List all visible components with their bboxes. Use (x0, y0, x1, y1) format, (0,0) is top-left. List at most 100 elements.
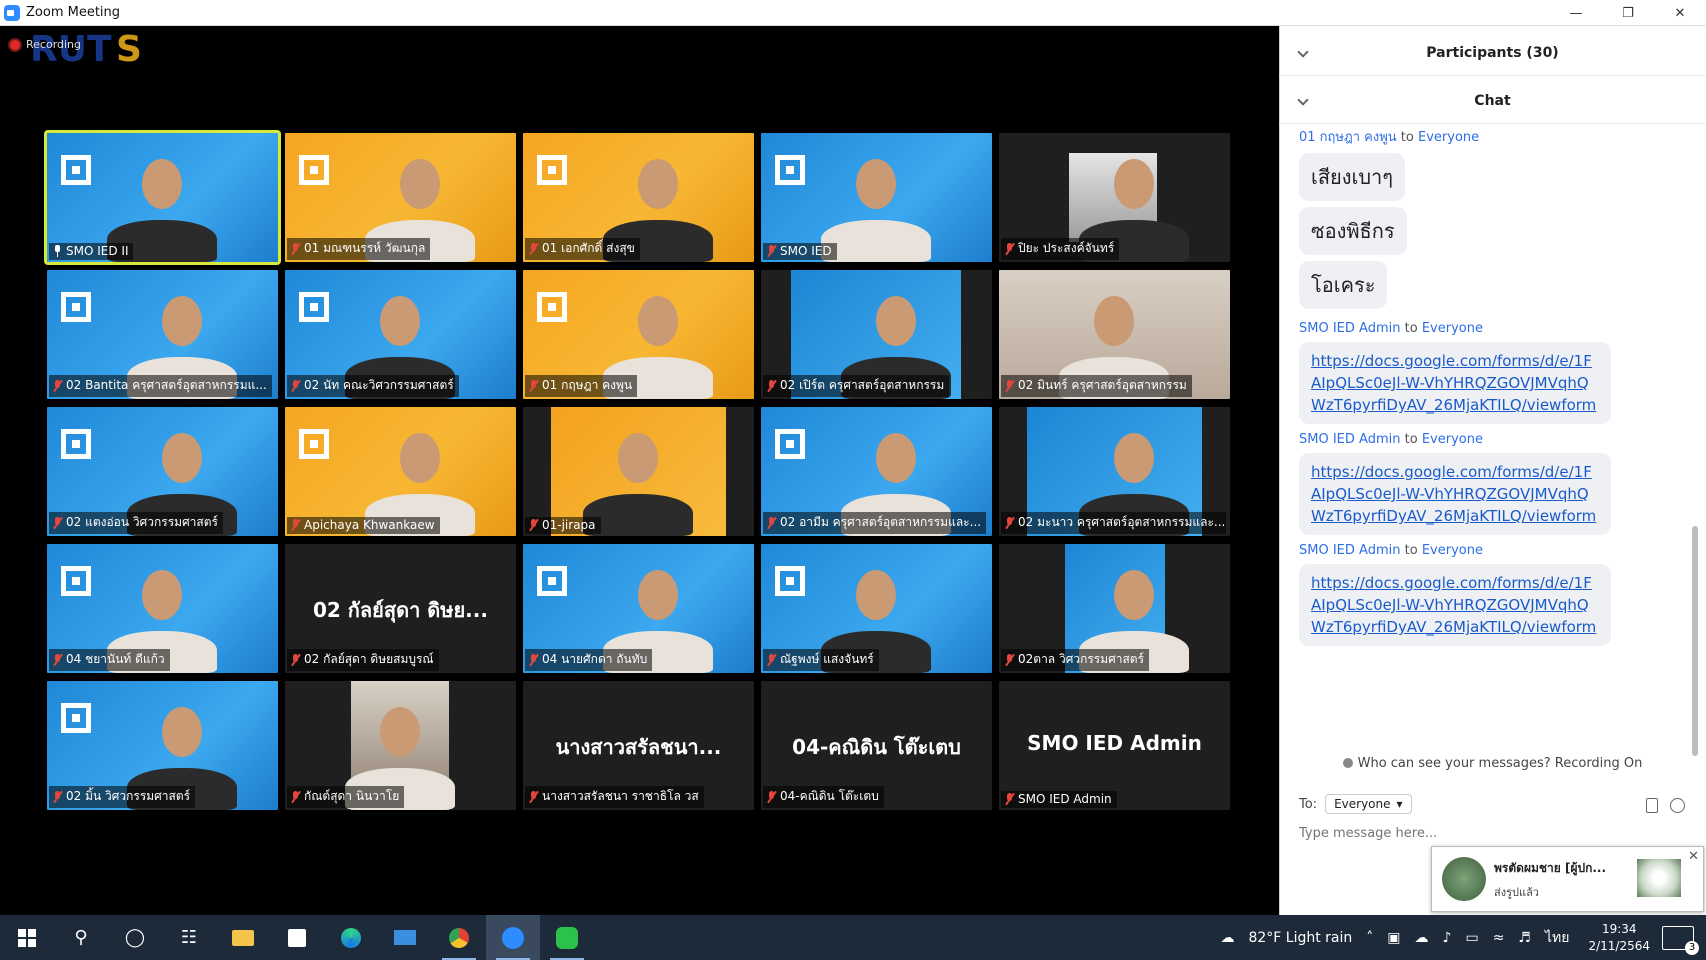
chat-sender[interactable]: SMO IED Admin (1299, 432, 1400, 447)
participant-tile[interactable]: Apichaya Khwankaew (285, 407, 516, 536)
mail-icon[interactable] (378, 915, 432, 960)
cloud-icon[interactable]: ☁ (1220, 930, 1234, 946)
participant-tile[interactable]: SMO IED (761, 133, 992, 262)
store-icon[interactable] (270, 915, 324, 960)
file-explorer-icon[interactable] (216, 915, 270, 960)
participant-tile[interactable]: 01 กฤษฎา คงพูน (523, 270, 754, 399)
participant-tile[interactable]: 02ตาล วิศวกรรมศาสตร์ (999, 544, 1230, 673)
search-icon[interactable]: ⚲ (54, 915, 108, 960)
participants-header[interactable]: Participants (30) (1279, 30, 1706, 76)
participant-tile[interactable]: 02 มินทร์ ครุศาสตร์อุตสาหกรรม (999, 270, 1230, 399)
wifi-icon[interactable]: ≈ (1493, 930, 1505, 946)
participant-tile[interactable]: 01 มณฑนรรห์ วัฒนกุล (285, 133, 516, 262)
minimize-button[interactable]: — (1550, 0, 1602, 26)
file-icon[interactable] (1646, 798, 1658, 813)
participant-tile[interactable]: 02 Bantita ครุศาสตร์อุตสาหกรรมแ... (47, 270, 278, 399)
chat-to-word: to (1404, 321, 1418, 336)
participant-face (142, 159, 182, 209)
chevron-up-icon[interactable]: ˄ (1366, 930, 1373, 946)
start-button[interactable] (0, 915, 54, 960)
device-icon[interactable]: ▣ (1387, 930, 1400, 946)
chat-scrollbar[interactable] (1692, 526, 1698, 756)
recipient-select[interactable]: Everyone ▾ (1325, 794, 1412, 814)
chat-sender[interactable]: SMO IED Admin (1299, 543, 1400, 558)
qr-logo-icon (61, 155, 91, 185)
chat-to-word: to (1404, 543, 1418, 558)
notification-toast[interactable]: พรตัดผมชาย [ผู้ปก... ส่งรูปแล้ว ✕ (1431, 846, 1704, 912)
qr-logo-icon (775, 429, 805, 459)
participant-tile[interactable]: 02 มิ้น วิศวกรรมศาสตร์ (47, 681, 278, 810)
participant-tile[interactable]: 02 อามีม ครุศาสตร์อุตสาหกรรมและ... (761, 407, 992, 536)
participant-tile[interactable]: กัณต์สุดา นินวาโย (285, 681, 516, 810)
qr-logo-icon (61, 292, 91, 322)
chevron-down-icon: ▾ (1396, 797, 1403, 811)
participant-nameplate: 02 มินทร์ ครุศาสตร์อุตสาหกรรม (1001, 375, 1192, 397)
window-title: Zoom Meeting (26, 5, 121, 20)
language-indicator[interactable]: ไทย (1545, 927, 1569, 949)
participant-face (856, 570, 896, 620)
emoji-icon[interactable] (1670, 798, 1685, 813)
task-view-icon[interactable]: ☷ (162, 915, 216, 960)
chat-link[interactable]: https://docs.google.com/forms/d/e/1FAIpQ… (1299, 342, 1611, 424)
close-icon[interactable]: ✕ (1688, 849, 1699, 864)
recipient-value: Everyone (1334, 797, 1391, 811)
onedrive-icon[interactable]: ☁ (1415, 930, 1429, 946)
participant-name: ณัฐพงษ์ แสงจันทร์ (780, 652, 874, 666)
participant-face (856, 159, 896, 209)
volume-icon[interactable]: ♬ (1518, 930, 1531, 946)
participant-body (821, 220, 931, 262)
participant-face (638, 296, 678, 346)
participant-name: 02 เปิร์ต ครุศาสตร์อุตสาหกรรม (780, 378, 945, 392)
participant-tile[interactable]: 02 นัท คณะวิศวกรรมศาสตร์ (285, 270, 516, 399)
cortana-icon[interactable]: ◯ (108, 915, 162, 960)
notification-center-icon[interactable]: 3 (1662, 925, 1699, 955)
chrome-icon[interactable] (432, 915, 486, 960)
participant-face (162, 707, 202, 757)
participant-tile[interactable]: 04 ชยานันท์ ดีแก้ว (47, 544, 278, 673)
zoom-icon[interactable] (486, 915, 540, 960)
participant-tile[interactable]: 01-jirapa (523, 407, 754, 536)
people-icon (1342, 758, 1353, 768)
chat-header[interactable]: Chat (1279, 78, 1706, 124)
participant-name: Apichaya Khwankaew (304, 518, 435, 532)
participant-face (380, 296, 420, 346)
clock[interactable]: 19:34 2/11/2564 (1588, 921, 1650, 955)
participant-tile[interactable]: 04 นายศักดา ถันทับ (523, 544, 754, 673)
chat-sender[interactable]: SMO IED Admin (1299, 321, 1400, 336)
chat-link[interactable]: https://docs.google.com/forms/d/e/1FAIpQ… (1299, 453, 1611, 535)
close-button[interactable]: ✕ (1654, 0, 1706, 26)
participant-tile[interactable]: 02 มะนาว ครุศาสตร์อุตสาหกรรมและ... (999, 407, 1230, 536)
message-input[interactable] (1299, 826, 1599, 841)
weather-text[interactable]: 82°F Light rain (1248, 930, 1352, 946)
participant-tile[interactable]: 02 แตงอ่อน วิศวกรรมศาสตร์ (47, 407, 278, 536)
chat-link[interactable]: https://docs.google.com/forms/d/e/1FAIpQ… (1299, 564, 1611, 646)
muted-microphone-icon (53, 516, 62, 529)
who-can-see-notice[interactable]: Who can see your messages? Recording On (1279, 756, 1706, 771)
participant-name: 04 นายศักดา ถันทับ (542, 652, 648, 666)
battery-icon[interactable]: ▭ (1465, 930, 1478, 946)
line-icon[interactable] (540, 915, 594, 960)
restore-button[interactable]: ❐ (1602, 0, 1654, 26)
svg-text:S: S (116, 29, 142, 68)
avatar (1442, 857, 1486, 901)
edge-icon[interactable] (324, 915, 378, 960)
participant-tile[interactable]: นางสาวสรัลชนา... นางสาวสรัลชนา ราชาธิโล ว… (523, 681, 754, 810)
participant-tile[interactable]: 02 เปิร์ต ครุศาสตร์อุตสาหกรรม (761, 270, 992, 399)
participant-nameplate: 02 แตงอ่อน วิศวกรรมศาสตร์ (49, 512, 223, 534)
participant-tile[interactable]: ปิยะ ประสงค์จันทร์ (999, 133, 1230, 262)
participant-name: 02ตาล วิศวกรรมศาสตร์ (1018, 652, 1145, 666)
muted-microphone-icon (767, 516, 776, 529)
participant-tile[interactable]: 01 เอกศักดิ์ ส่งสุข (523, 133, 754, 262)
chat-sender[interactable]: 01 กฤษฎา คงพูน (1299, 130, 1397, 145)
participant-tile[interactable]: SMO IED Admin SMO IED Admin (999, 681, 1230, 810)
microphone-icon[interactable]: ♪ (1443, 930, 1452, 946)
muted-microphone-icon (53, 790, 62, 803)
participant-tile[interactable]: 04-คณิดิน โต๊ะเตบ 04-คณิดิน โต๊ะเตบ (761, 681, 992, 810)
participant-tile[interactable]: SMO IED II (44, 130, 281, 265)
recipient-row: To: Everyone ▾ (1299, 794, 1412, 814)
participant-tile[interactable]: 02 กัลย์สุดา ดิษย... 02 กัลย์สุดา ดิษยสมบ… (285, 544, 516, 673)
recording-indicator[interactable]: Recording (10, 38, 81, 51)
muted-microphone-icon (529, 242, 538, 255)
participant-tile[interactable]: ณัฐพงษ์ แสงจันทร์ (761, 544, 992, 673)
qr-logo-icon (61, 703, 91, 733)
